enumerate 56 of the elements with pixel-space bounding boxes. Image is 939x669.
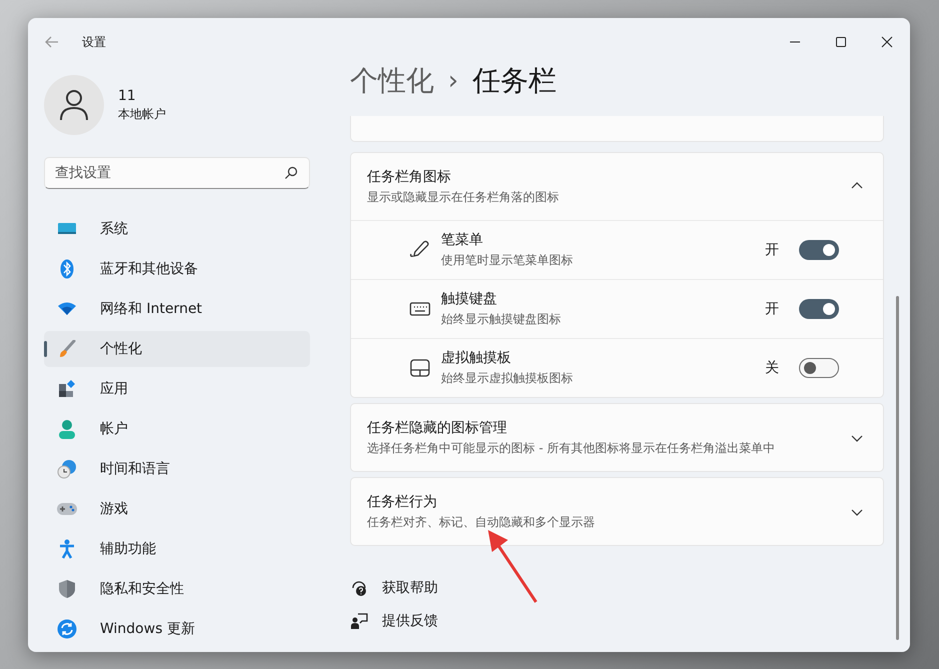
nav-icon [57,459,77,479]
nav-item[interactable]: 系统 [44,211,310,247]
setting-label: 触摸键盘 [441,290,498,308]
page-title: 任务栏 [472,63,556,99]
toggle-switch[interactable] [799,299,839,319]
help-link[interactable]: 提供反馈 [382,612,438,630]
back-icon[interactable] [44,34,60,50]
nav-item[interactable]: 帐户 [44,411,310,447]
nav-item[interactable]: Windows 更新 [44,611,310,647]
nav-icon [58,419,76,439]
help-icon [350,579,368,597]
nav-item[interactable]: 时间和语言 [44,451,310,487]
help-link[interactable]: 获取帮助 [382,579,438,597]
nav-item[interactable]: 隐私和安全性 [44,571,310,607]
breadcrumb-parent[interactable]: 个性化 [350,62,434,100]
account-name: 11 [118,88,137,104]
setting-label: 笔菜单 [441,231,484,249]
nav-icon [57,221,77,237]
nav-icon [59,539,75,559]
nav-item[interactable]: 个性化 [44,331,310,367]
feedback-icon [350,612,368,630]
section-title[interactable]: 任务栏角图标 [367,168,849,186]
nav-icon [60,259,74,279]
nav-item[interactable]: 应用 [44,371,310,407]
nav-item[interactable]: 辅助功能 [44,531,310,567]
section-title[interactable]: 任务栏隐藏的图标管理 [367,418,849,436]
setting-description: 始终显示触摸键盘图标 [441,311,562,328]
nav-icon [57,302,77,316]
nav-item[interactable]: 蓝牙和其他设备 [44,251,310,287]
nav-icon [57,619,77,639]
toggle-state: 开 [765,241,779,259]
scrollbar[interactable] [896,296,898,640]
nav-icon [58,340,76,358]
person-icon [59,89,89,121]
toggle-state: 开 [765,300,779,318]
window-title: 设置 [82,34,106,50]
section-subtitle: 选择任务栏角中可能显示的图标 - 所有其他图标将显示在任务栏角溢出菜单中 [367,440,776,456]
section-subtitle: 任务栏对齐、标记、自动隐藏和多个显示器 [367,514,596,530]
nav-item[interactable]: 网络和 Internet [44,291,310,327]
setting-description: 始终显示虚拟触摸板图标 [441,370,574,387]
section-title[interactable]: 任务栏行为 [367,492,849,510]
account-type: 本地帐户 [118,106,166,122]
setting-label: 虚拟触摸板 [441,349,512,367]
nav-item[interactable]: 游戏 [44,491,310,527]
search-field[interactable]: 查找设置 [44,157,310,189]
toggle-state: 关 [765,359,779,377]
toggle-switch[interactable] [799,358,839,378]
nav-icon [56,502,78,516]
breadcrumb-separator: › [448,66,458,96]
search-icon [284,166,298,180]
setting-description: 使用笔时显示笔菜单图标 [441,252,574,269]
section-subtitle: 显示或隐藏显示在任务栏角落的图标 [367,188,560,206]
nav-icon [58,579,76,599]
toggle-switch[interactable] [799,240,839,260]
nav-icon [58,380,76,398]
touchpad-icon [409,357,431,379]
